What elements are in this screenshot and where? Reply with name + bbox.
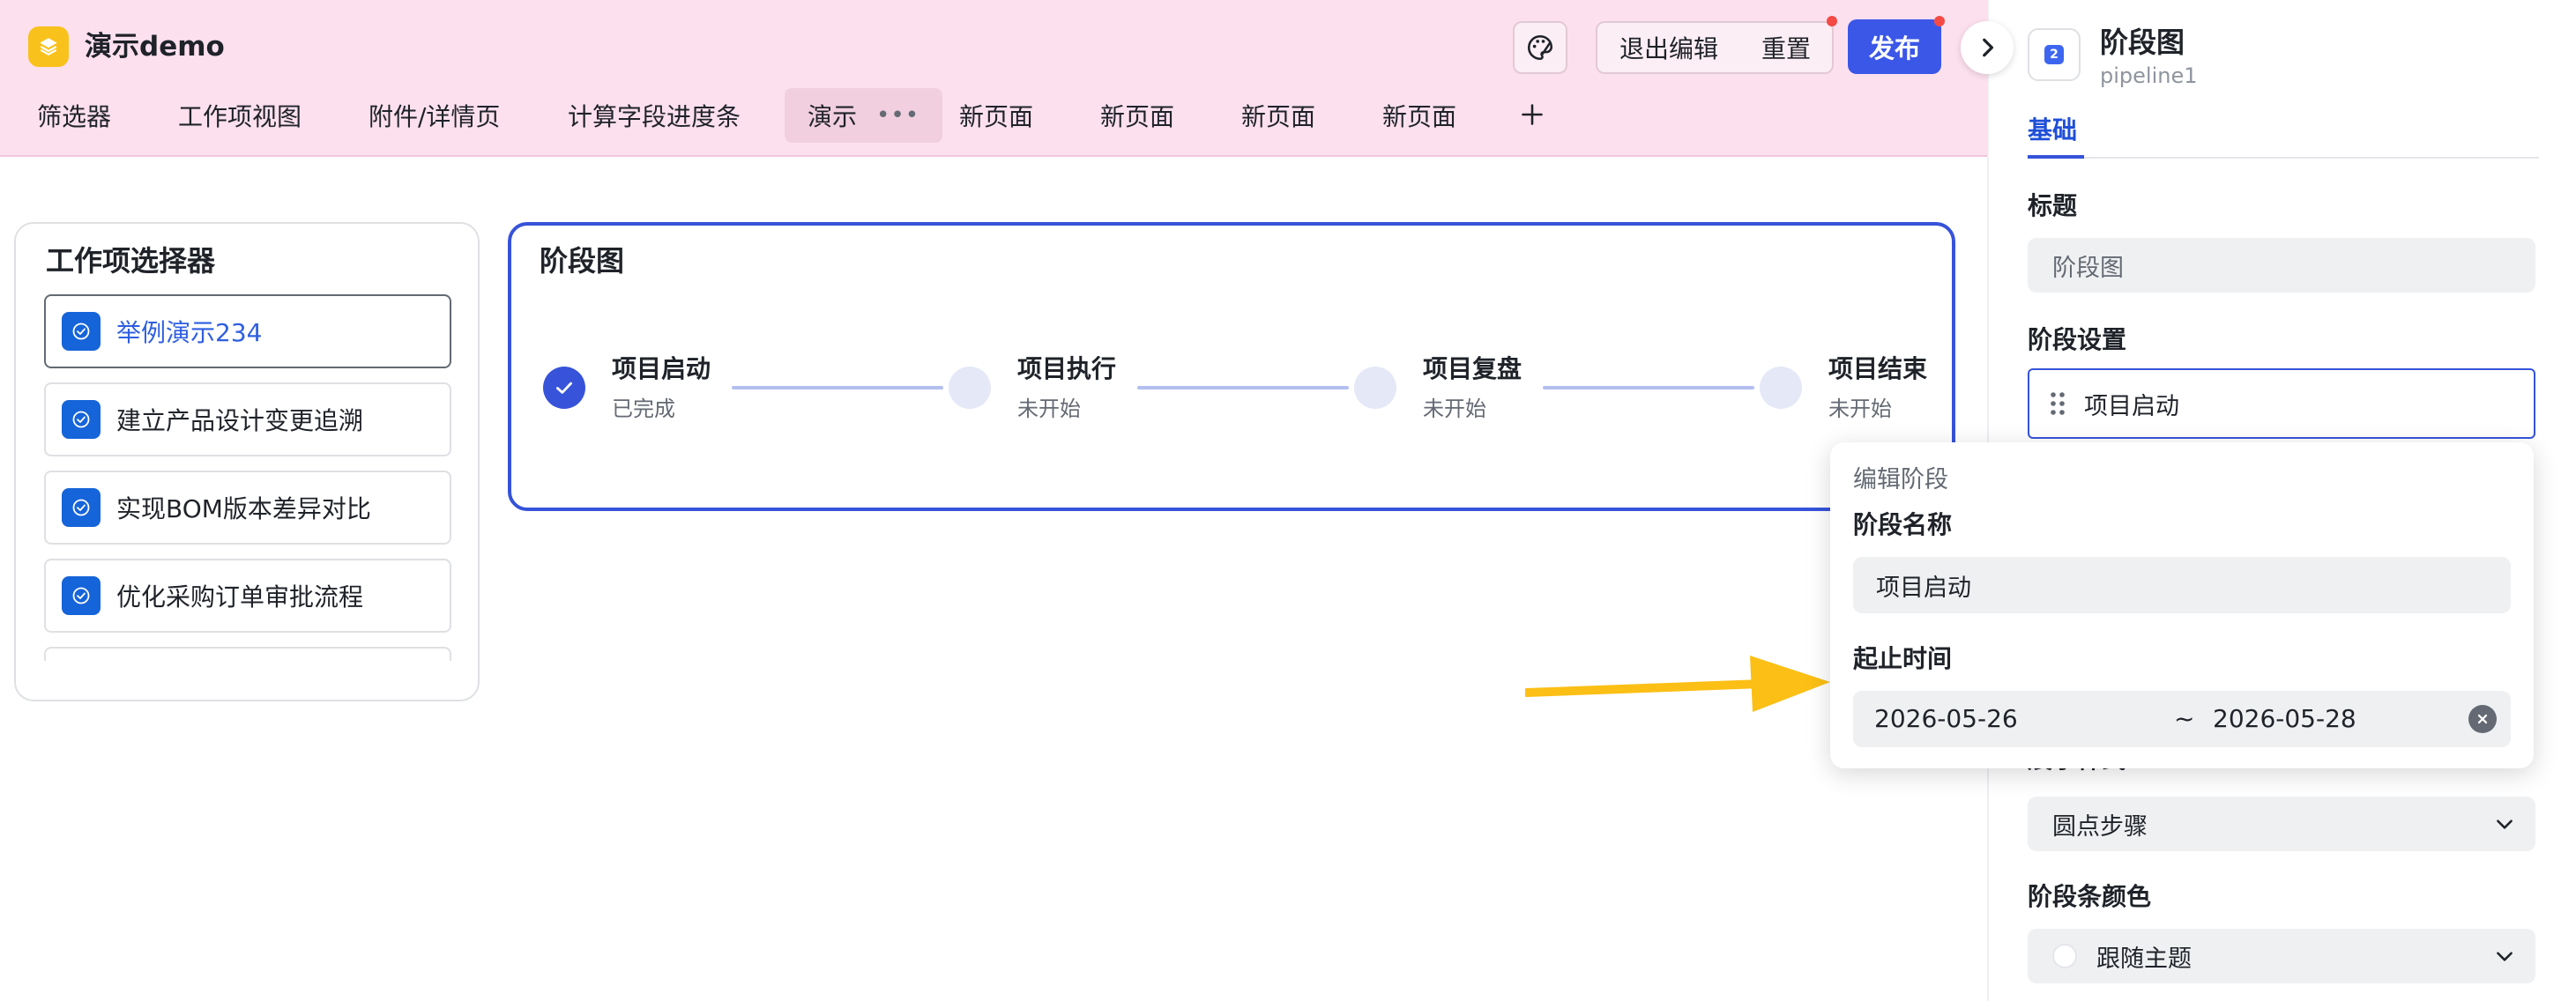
date-range-picker[interactable]: 2026-05-26 ~ 2026-05-28: [1853, 691, 2511, 747]
palette-icon: [1527, 34, 1553, 61]
stage-settings-label: 阶段设置: [2028, 325, 2127, 354]
exit-edit-button[interactable]: 退出编辑: [1597, 23, 1740, 72]
tab-demo-label: 演示: [808, 102, 858, 131]
edit-button-group: 退出编辑 重置: [1596, 21, 1834, 74]
publish-button[interactable]: 发布: [1848, 19, 1941, 74]
tab-attachment-detail[interactable]: 附件/详情页: [369, 88, 500, 143]
tab-new-page-1[interactable]: 新页面: [959, 88, 1033, 143]
plus-icon: [1522, 104, 1543, 125]
top-header: 演示demo 退出编辑 重置 发布 筛选器 工作项视图 附件/详情页 计算字段进…: [0, 0, 1987, 157]
chevron-right-icon: [1983, 38, 1994, 57]
list-item[interactable]: 实现BOM版本差异对比: [44, 471, 451, 545]
component-icon: 2: [2028, 28, 2081, 81]
step-1-status: 已完成: [612, 397, 675, 421]
workitem-selector-card[interactable]: 工作项选择器 举例演示234 建立产品设计变更追溯 实现BOM版本差异对比 优化…: [14, 222, 480, 701]
popover-caption: 编辑阶段: [1853, 466, 1948, 493]
stage-card-title: 阶段图: [540, 244, 625, 278]
collapse-panel-button[interactable]: [1961, 21, 2014, 74]
component-id: pipeline1: [2100, 63, 2198, 88]
step-2-name: 项目执行: [1017, 354, 1117, 383]
list-item-label: 举例演示234: [116, 318, 263, 347]
stage-chart-card[interactable]: 阶段图 项目启动 已完成 项目执行 未开始 项目复盘 未开始 项目结束 未开始: [508, 222, 1955, 511]
tab-filter[interactable]: 筛选器: [37, 88, 111, 143]
range-separator: ~: [2174, 704, 2195, 733]
step-4-name: 项目结束: [1828, 354, 1928, 383]
tab-new-page-3[interactable]: 新页面: [1241, 88, 1315, 143]
display-style-select[interactable]: 圆点步骤: [2028, 797, 2535, 851]
time-range-label: 起止时间: [1853, 644, 1953, 673]
step-1-check-icon: [543, 367, 585, 409]
list-item[interactable]: 优化采购订单审批流程: [44, 559, 451, 633]
clear-icon[interactable]: [2468, 705, 2497, 733]
step-3-status: 未开始: [1423, 397, 1486, 421]
step-3-dot: [1354, 367, 1396, 409]
title-input[interactable]: 阶段图: [2028, 238, 2535, 293]
stage-name-label: 阶段名称: [1853, 510, 1953, 539]
selector-title: 工作项选择器: [46, 244, 216, 278]
tab-basic[interactable]: 基础: [2028, 113, 2077, 148]
list-item-label: 实现BOM版本差异对比: [116, 494, 371, 523]
step-4-status: 未开始: [1828, 397, 1892, 421]
check-circle-icon: [62, 488, 101, 527]
color-swatch: [2052, 944, 2077, 968]
stage-setting-item[interactable]: 项目启动: [2028, 368, 2535, 439]
end-date[interactable]: 2026-05-28: [2213, 703, 2356, 735]
display-style-value: 圆点步骤: [2052, 812, 2148, 841]
step-1-name: 项目启动: [612, 354, 711, 383]
component-name: 阶段图: [2100, 26, 2185, 59]
theme-button[interactable]: [1513, 21, 1567, 74]
stage-name-input[interactable]: 项目启动: [1853, 557, 2511, 613]
step-4-dot: [1760, 367, 1802, 409]
arrow-annotation: [1525, 656, 1830, 712]
reset-button[interactable]: 重置: [1740, 23, 1832, 72]
edit-stage-popover: 编辑阶段 阶段名称 项目启动 起止时间 2026-05-26 ~ 2026-05…: [1830, 442, 2534, 768]
workitem-list[interactable]: 举例演示234 建立产品设计变更追溯 实现BOM版本差异对比 优化采购订单审批流…: [44, 294, 451, 661]
tab-divider: [2028, 157, 2539, 159]
reset-notification-dot: [1827, 16, 1837, 26]
bar-color-select[interactable]: 跟随主题: [2028, 929, 2535, 983]
bar-color-label: 阶段条颜色: [2028, 882, 2152, 911]
drag-handle-icon[interactable]: [2049, 391, 2066, 416]
app-logo: [28, 26, 69, 67]
list-item[interactable]: 建立产品设计变更追溯: [44, 382, 451, 456]
tab-demo[interactable]: 演示 •••: [785, 88, 943, 143]
step-connector: [1543, 386, 1754, 389]
step-3-name: 项目复盘: [1423, 354, 1523, 383]
list-item-label: 建立产品设计变更追溯: [116, 406, 364, 435]
step-connector: [732, 386, 943, 389]
page-tabs: 筛选器 工作项视图 附件/详情页 计算字段进度条 演示 ••• 新页面 新页面 …: [0, 88, 1939, 143]
start-date[interactable]: 2026-05-26: [1874, 703, 2018, 735]
step-2-dot: [949, 367, 991, 409]
tab-workitem-view[interactable]: 工作项视图: [178, 88, 302, 143]
tab-new-page-2[interactable]: 新页面: [1100, 88, 1174, 143]
more-icon[interactable]: •••: [876, 102, 919, 129]
layers-icon: [40, 38, 57, 56]
chevron-down-icon: [2497, 819, 2513, 829]
title-label: 标题: [2028, 191, 2078, 220]
tab-active-underline: [2028, 155, 2084, 159]
list-item-label: 优化采购订单审批流程: [116, 582, 364, 612]
stage-setting-item-label: 项目启动: [2084, 392, 2179, 420]
add-tab-button[interactable]: [1515, 92, 1550, 137]
step-2-status: 未开始: [1017, 397, 1081, 421]
list-item[interactable]: [44, 647, 451, 661]
chevron-down-icon: [2497, 952, 2513, 961]
check-circle-icon: [62, 312, 101, 351]
tab-new-page-4[interactable]: 新页面: [1382, 88, 1456, 143]
app-title: 演示demo: [85, 31, 225, 63]
publish-notification-dot: [1934, 16, 1945, 26]
check-circle-icon: [62, 400, 101, 439]
component-badge: 2: [2044, 45, 2064, 64]
step-connector: [1137, 386, 1349, 389]
bar-color-value: 跟随主题: [2096, 945, 2192, 973]
check-circle-icon: [62, 576, 101, 615]
tab-computed-progress[interactable]: 计算字段进度条: [568, 88, 741, 143]
list-item[interactable]: 举例演示234: [44, 294, 451, 368]
